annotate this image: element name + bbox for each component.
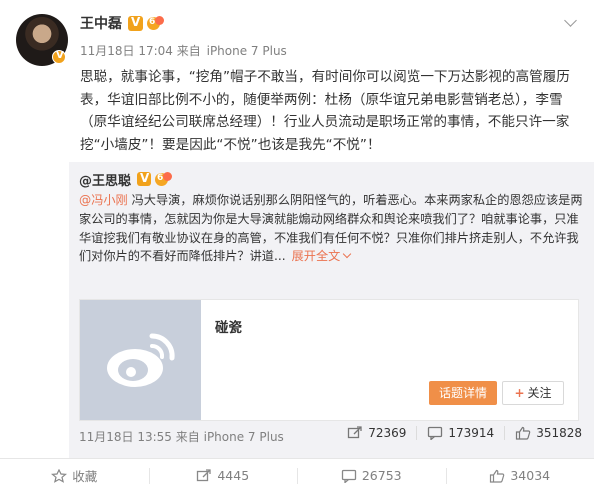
like-count: 34034 bbox=[510, 468, 551, 483]
vip-badge-icon: 6 bbox=[155, 171, 173, 187]
like-button[interactable]: 34034 bbox=[445, 459, 594, 492]
like-icon bbox=[516, 426, 531, 440]
retweet-source-prefix: 来自 bbox=[175, 430, 200, 444]
mention-link[interactable]: @冯小刚 bbox=[79, 193, 128, 207]
retweet-repost-count: 72369 bbox=[368, 426, 407, 440]
post-source[interactable]: iPhone 7 Plus bbox=[207, 44, 287, 58]
retweet-text: @冯小刚 冯大导演，麻烦你说话别那么阴阳怪气的，听着恶心。本来两家私企的恩怨应该… bbox=[79, 191, 585, 266]
post-source-prefix: 来自 bbox=[176, 44, 201, 58]
follow-button[interactable]: + 关注 bbox=[502, 381, 564, 405]
topic-details-button[interactable]: 话题详情 bbox=[429, 381, 497, 405]
username[interactable]: 王中磊 bbox=[80, 13, 122, 33]
comment-icon bbox=[428, 426, 443, 440]
topic-card-thumbnail bbox=[80, 300, 201, 420]
weibo-post-card: 王中磊 6 11月18日 17:04 来自 iPhone 7 Plus 思聪，就… bbox=[0, 0, 594, 492]
topic-card[interactable]: 碰瓷 话题详情 + 关注 bbox=[79, 299, 579, 421]
retweet-meta: 11月18日 13:55 来自 iPhone 7 Plus bbox=[79, 428, 284, 445]
expand-label: 展开全文 bbox=[291, 249, 341, 264]
retweet-username[interactable]: @王思聪 bbox=[79, 170, 131, 189]
retweet-repost-stat[interactable]: 72369 bbox=[347, 426, 406, 440]
retweet-comment-stat[interactable]: 173914 bbox=[416, 426, 494, 440]
retweet-block: @王思聪 6 @冯小刚 冯大导演，麻烦你说话别那么阴阳怪气的，听着恶心。本来两家… bbox=[69, 162, 594, 458]
repost-icon bbox=[348, 426, 362, 439]
retweet-stats: 72369 173914 351828 bbox=[347, 426, 582, 440]
follow-button-label: 关注 bbox=[527, 386, 552, 400]
repost-count: 4445 bbox=[217, 468, 250, 483]
chevron-down-icon[interactable] bbox=[564, 14, 578, 28]
retweet-header: @王思聪 6 bbox=[79, 169, 173, 189]
verified-badge-icon bbox=[128, 15, 143, 31]
favorite-button[interactable]: 收藏 bbox=[0, 459, 149, 492]
weibo-logo-icon bbox=[107, 333, 175, 387]
retweet-like-count: 351828 bbox=[536, 426, 582, 440]
comment-button[interactable]: 26753 bbox=[297, 459, 446, 492]
repost-button[interactable]: 4445 bbox=[148, 459, 298, 492]
post-meta: 11月18日 17:04 来自 iPhone 7 Plus bbox=[80, 42, 287, 59]
vip-badge-icon: 6 bbox=[147, 15, 165, 31]
favorite-label: 收藏 bbox=[72, 469, 98, 484]
favorite-icon bbox=[51, 468, 68, 483]
repost-icon bbox=[197, 468, 211, 481]
verified-badge-icon bbox=[137, 171, 152, 186]
retweet-source[interactable]: iPhone 7 Plus bbox=[204, 430, 284, 444]
like-icon bbox=[490, 469, 505, 483]
retweet-like-stat[interactable]: 351828 bbox=[504, 426, 582, 440]
post-text: 思聪，就事论事，“挖角”帽子不敢当，有时间你可以阅览一下万达影视的高管履历表，华… bbox=[80, 69, 570, 153]
plus-icon: + bbox=[514, 386, 525, 400]
topic-card-title: 碰瓷 bbox=[215, 320, 242, 336]
retweet-comment-count: 173914 bbox=[448, 426, 495, 440]
expand-link[interactable]: 展开全文 bbox=[291, 249, 352, 264]
comment-icon bbox=[341, 469, 357, 483]
avatar-verified-badge-icon bbox=[52, 50, 66, 64]
post-time[interactable]: 11月18日 17:04 bbox=[80, 44, 173, 58]
post-header: 王中磊 6 bbox=[80, 12, 165, 34]
comment-count: 26753 bbox=[361, 468, 402, 483]
chevron-down-icon bbox=[343, 250, 352, 259]
retweet-time[interactable]: 11月18日 13:55 bbox=[79, 430, 172, 444]
action-bar: 收藏 4445 26753 34034 bbox=[0, 458, 594, 492]
